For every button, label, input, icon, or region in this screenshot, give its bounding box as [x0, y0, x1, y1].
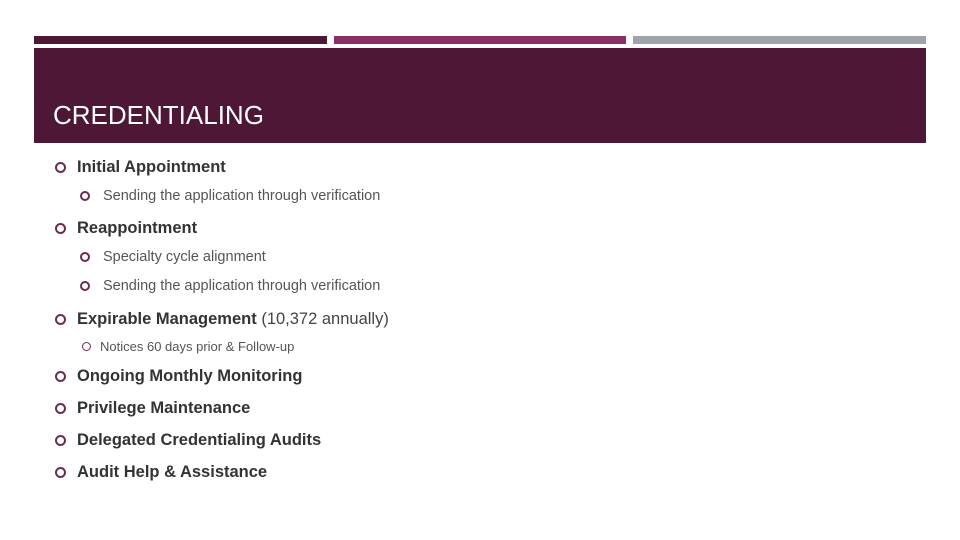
list-item-text: Sending the application through verifica… [103, 278, 381, 294]
list-item-text: Privilege Maintenance [77, 399, 251, 417]
circle-bullet-icon [80, 191, 90, 201]
circle-bullet-icon [55, 162, 66, 173]
list-item-privilege-maintenance: Privilege Maintenance [55, 399, 250, 418]
list-item-text: Specialty cycle alignment [103, 249, 266, 265]
list-item-ongoing-monitoring: Ongoing Monthly Monitoring [55, 367, 302, 386]
list-item-reappointment: Reappointment [55, 219, 197, 238]
circle-bullet-icon [55, 371, 66, 382]
circle-bullet-icon [55, 435, 66, 446]
list-item-sending-application-2: Sending the application through verifica… [80, 278, 380, 294]
list-item-notices: Notices 60 days prior & Follow-up [82, 339, 294, 354]
list-item-text: Initial Appointment [77, 158, 226, 176]
circle-bullet-icon [55, 403, 66, 414]
circle-bullet-icon [55, 314, 66, 325]
list-item-text: Delegated Credentialing Audits [77, 431, 322, 449]
list-item-text: Audit Help & Assistance [77, 463, 268, 481]
circle-bullet-icon [80, 252, 90, 262]
list-item-expirable-management: Expirable Management (10,372 annually) [55, 310, 389, 329]
list-item-initial-appointment: Initial Appointment [55, 158, 226, 177]
list-item-specialty-cycle: Specialty cycle alignment [80, 249, 266, 265]
annual-count: (10,372 annually) [256, 310, 389, 328]
list-item-text: Reappointment [77, 219, 198, 237]
list-item-sending-application: Sending the application through verifica… [80, 188, 380, 204]
list-item-delegated-audits: Delegated Credentialing Audits [55, 431, 321, 450]
circle-bullet-icon [55, 223, 66, 234]
list-item-text: Notices 60 days prior & Follow-up [100, 339, 295, 354]
circle-bullet-icon [55, 467, 66, 478]
list-item-text: Ongoing Monthly Monitoring [77, 367, 303, 385]
list-item-audit-help: Audit Help & Assistance [55, 463, 267, 482]
circle-bullet-icon [82, 342, 91, 351]
circle-bullet-icon [80, 281, 90, 291]
list-item-text: Sending the application through verifica… [103, 188, 381, 204]
bullet-list: Initial Appointment Sending the applicat… [0, 0, 960, 540]
list-item-text: Expirable Management [77, 310, 257, 328]
